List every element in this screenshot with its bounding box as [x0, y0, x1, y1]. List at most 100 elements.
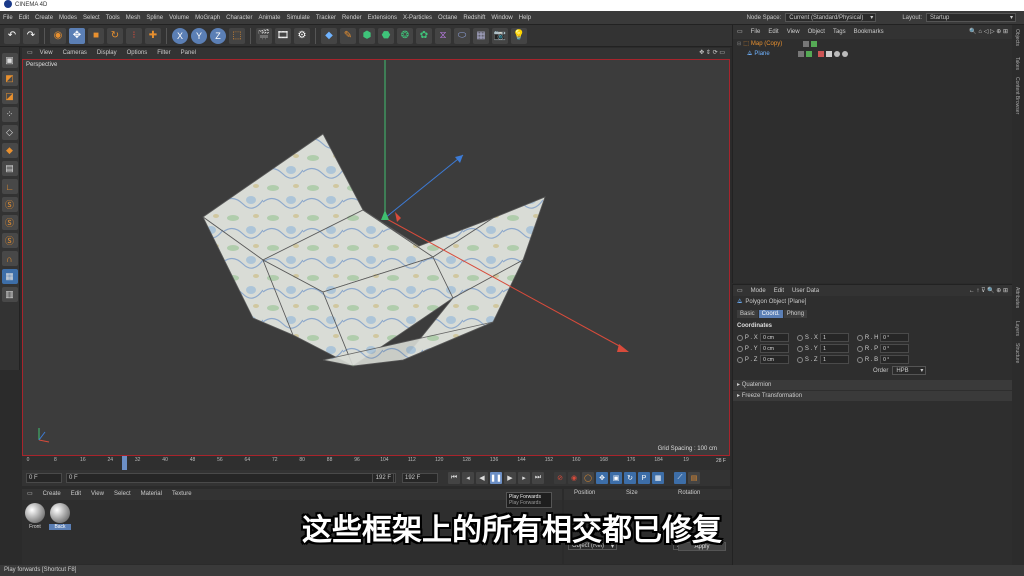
menu-file[interactable]: File: [0, 11, 16, 25]
add-tool-icon[interactable]: ✚: [145, 27, 161, 44]
autokeying-icon[interactable]: ◉: [568, 472, 580, 484]
keyframe-dot-icon[interactable]: [857, 356, 863, 363]
menu-simulate[interactable]: Simulate: [284, 11, 313, 25]
position-key-icon[interactable]: ✥: [596, 472, 608, 484]
keyframe-dot-icon[interactable]: [797, 334, 803, 341]
attribute-menu-icon[interactable]: ▭: [733, 285, 747, 297]
start-frame-field[interactable]: 0 F: [26, 473, 62, 483]
checker-tag-icon[interactable]: [826, 51, 833, 57]
y-axis-lock-button[interactable]: Y: [191, 27, 207, 44]
material-menu-view[interactable]: View: [86, 489, 109, 500]
z-axis-lock-button[interactable]: Z: [210, 27, 226, 44]
grid-icon[interactable]: ▦: [1, 269, 18, 284]
point-level-animation-icon[interactable]: ▦: [652, 472, 664, 484]
material-tag-front-icon[interactable]: [834, 51, 841, 57]
tab-coord[interactable]: Coord.: [758, 310, 783, 318]
subdivision-icon[interactable]: ⬢: [359, 27, 375, 44]
tab-basic[interactable]: Basic: [737, 310, 758, 318]
viewport-menu-panel[interactable]: Panel: [176, 48, 201, 59]
edges-mode-icon[interactable]: ◇: [1, 125, 18, 140]
attribute-menu-mode[interactable]: Mode: [747, 285, 770, 297]
keyframe-dot-icon[interactable]: [797, 345, 803, 352]
side-tab-attributes[interactable]: Attributes: [1014, 287, 1020, 308]
visibility-icon[interactable]: [798, 51, 805, 57]
px-field[interactable]: 0 cm: [760, 333, 789, 342]
material-menu-create[interactable]: Create: [38, 489, 66, 500]
extrude-generator-icon[interactable]: ⬣: [378, 27, 394, 44]
menu-volume[interactable]: Volume: [166, 11, 192, 25]
side-tab-structure[interactable]: Structure: [1014, 343, 1020, 363]
cloner-icon[interactable]: ❂: [397, 27, 413, 44]
object-row-plane[interactable]: ⟁ Plane: [733, 49, 1012, 59]
menu-spline[interactable]: Spline: [143, 11, 166, 25]
material-back[interactable]: Back: [49, 503, 71, 533]
parameter-key-icon[interactable]: P: [638, 472, 650, 484]
axis-mode-icon[interactable]: ∟: [1, 179, 18, 194]
quaternion-section[interactable]: ▸ Quaternion: [733, 380, 1012, 390]
max-frame-field[interactable]: 192 F: [372, 473, 394, 483]
py-field[interactable]: 0 cm: [760, 344, 789, 353]
render-view-icon[interactable]: 🎬: [256, 27, 272, 44]
rotation-order-select[interactable]: HPB: [892, 366, 927, 375]
object-menu-bookmarks[interactable]: Bookmarks: [850, 25, 888, 39]
timeline-window-icon[interactable]: ⟋: [674, 472, 686, 484]
move-tool-icon[interactable]: ✥: [69, 27, 85, 44]
material-menu-edit[interactable]: Edit: [66, 489, 86, 500]
object-menu-icon[interactable]: ▭: [733, 25, 747, 39]
polygons-mode-icon[interactable]: ◆: [1, 143, 18, 158]
undo-icon[interactable]: ↶: [4, 27, 20, 44]
viewport-nav-icons[interactable]: ✥ ⇕ ⟳ ▭: [694, 48, 730, 59]
next-frame-icon[interactable]: ▶: [504, 472, 516, 484]
rotation-key-icon[interactable]: ↻: [624, 472, 636, 484]
menu-redshift[interactable]: Redshift: [460, 11, 488, 25]
render-picture-viewer-icon[interactable]: 🎞: [275, 27, 291, 44]
menu-select[interactable]: Select: [80, 11, 103, 25]
object-row-map-copy[interactable]: ⊟ ⬚ Map (Copy): [733, 39, 1012, 49]
redo-icon[interactable]: ↷: [23, 27, 39, 44]
keyframe-dot-icon[interactable]: [737, 334, 743, 341]
menu-create[interactable]: Create: [32, 11, 56, 25]
material-menu-select[interactable]: Select: [109, 489, 136, 500]
deformer-icon[interactable]: ⧖: [435, 27, 451, 44]
live-selection-icon[interactable]: ◉: [50, 27, 66, 44]
x-axis-lock-button[interactable]: X: [172, 27, 188, 44]
viewport-menu-filter[interactable]: Filter: [152, 48, 175, 59]
menu-help[interactable]: Help: [516, 11, 534, 25]
sy-field[interactable]: 1: [820, 344, 849, 353]
keyframe-selection-icon[interactable]: ◯: [582, 472, 594, 484]
scale-key-icon[interactable]: ▣: [610, 472, 622, 484]
model-mode-icon[interactable]: ◩: [1, 71, 18, 86]
side-tab-content-browser[interactable]: Content Browser: [1014, 77, 1020, 114]
freeze-transformation-section[interactable]: ▸ Freeze Transformation: [733, 391, 1012, 401]
material-menu-material[interactable]: Material: [136, 489, 167, 500]
viewport-menu-view[interactable]: View: [35, 48, 58, 59]
object-menu-edit[interactable]: Edit: [764, 25, 782, 39]
rp-field[interactable]: 0 °: [880, 344, 909, 353]
object-search-icons[interactable]: 🔍 ⌂ ◁ ▷ ⊕ ⊞: [965, 25, 1012, 39]
keyframe-dot-icon[interactable]: [857, 334, 863, 341]
end-frame-field[interactable]: 192 F: [402, 473, 438, 483]
menu-modes[interactable]: Modes: [56, 11, 80, 25]
scale-tool-icon[interactable]: ■: [88, 27, 104, 44]
camera-icon[interactable]: 📷: [492, 27, 508, 44]
tab-phong[interactable]: Phong: [783, 310, 808, 318]
viewport-menu-cameras[interactable]: Cameras: [58, 48, 92, 59]
render-settings-icon[interactable]: ⚙: [294, 27, 310, 44]
rb-field[interactable]: 0 °: [880, 355, 909, 364]
light-icon[interactable]: 💡: [511, 27, 527, 44]
object-menu-tags[interactable]: Tags: [829, 25, 850, 39]
attribute-nav-icons[interactable]: ← ↑ ⊽ 🔍 ⊕ ⊞: [965, 285, 1012, 297]
enabled-check-icon[interactable]: [810, 41, 817, 47]
enabled-check-icon[interactable]: [806, 51, 813, 57]
next-key-icon[interactable]: ▸: [518, 472, 530, 484]
go-to-end-icon[interactable]: ⏭: [532, 472, 544, 484]
viewport-menu-icon[interactable]: ▭: [22, 48, 35, 59]
keyframe-dot-icon[interactable]: [737, 356, 743, 363]
attribute-menu-edit[interactable]: Edit: [770, 285, 788, 297]
timeline-ruler[interactable]: 0 8 16 24 32 40 48 56 64 72 80 88 96 104 112 120 128 136 1…: [22, 456, 730, 470]
coord-mode-select[interactable]: Object (Rel): [568, 542, 618, 550]
magnet-icon[interactable]: ∩: [1, 251, 18, 266]
layout-select[interactable]: Startup: [926, 13, 1016, 22]
menu-edit[interactable]: Edit: [16, 11, 32, 25]
material-front[interactable]: Front: [24, 503, 46, 533]
